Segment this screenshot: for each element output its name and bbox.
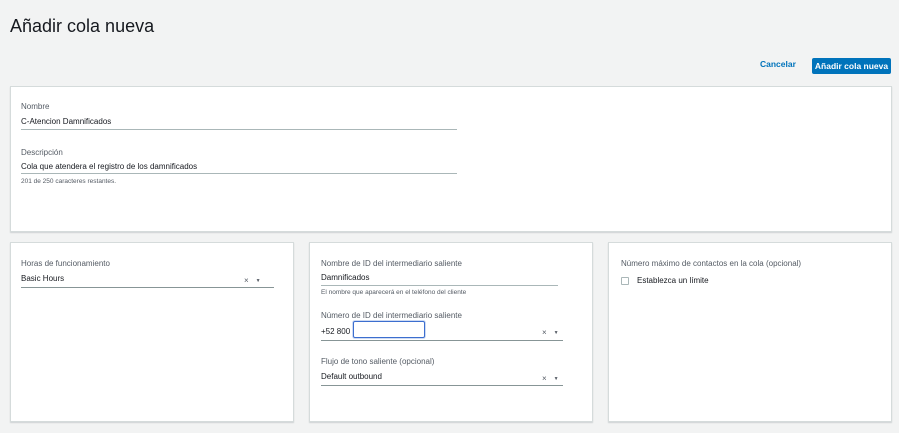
hours-select-controls: × ▼	[244, 276, 261, 285]
caret-down-icon[interactable]: ▼	[554, 330, 559, 336]
name-input-underline	[21, 129, 457, 130]
set-limit-checkbox[interactable]	[621, 277, 629, 285]
clear-x-icon[interactable]: ×	[244, 276, 249, 285]
caller-id-number-input[interactable]	[353, 321, 425, 338]
name-label: Nombre	[21, 102, 50, 111]
whisper-flow-label: Flujo de tono saliente (opcional)	[321, 357, 435, 366]
caller-id-number-underline	[321, 340, 563, 341]
whisper-flow-underline	[321, 385, 563, 386]
caller-id-number-prefix: +52 800	[321, 327, 351, 336]
max-contacts-label: Número máximo de contactos en la cola (o…	[621, 259, 802, 268]
whisper-flow-controls: × ▼	[542, 374, 559, 383]
description-char-count: 201 de 250 caracteres restantes.	[21, 178, 117, 185]
clear-x-icon[interactable]: ×	[542, 374, 547, 383]
hours-select[interactable]: Basic Hours	[21, 274, 64, 283]
caller-id-name-help: El nombre que aparecerá en el teléfono d…	[321, 289, 467, 296]
caller-id-number-label: Número de ID del intermediario saliente	[321, 311, 462, 320]
caller-id-name-underline	[321, 285, 558, 286]
caller-id-number-controls: × ▼	[542, 328, 559, 337]
caret-down-icon[interactable]: ▼	[554, 376, 559, 382]
whisper-flow-select[interactable]: Default outbound	[321, 372, 382, 381]
page-title: Añadir cola nueva	[10, 16, 155, 36]
description-label: Descripción	[21, 148, 63, 157]
caret-down-icon[interactable]: ▼	[256, 278, 261, 284]
max-contacts-panel: Número máximo de contactos en la cola (o…	[608, 242, 892, 422]
set-limit-label[interactable]: Establezca un límite	[637, 276, 709, 285]
name-input[interactable]: C-Atencion Damnificados	[21, 117, 111, 126]
caller-id-name-label: Nombre de ID del intermediario saliente	[321, 259, 462, 268]
hours-panel: Horas de funcionamiento Basic Hours × ▼	[10, 242, 294, 422]
caller-id-name-input[interactable]: Damnificados	[321, 273, 369, 282]
outbound-panel: Nombre de ID del intermediario saliente …	[309, 242, 593, 422]
hours-select-underline	[21, 287, 274, 288]
hours-label: Horas de funcionamiento	[21, 259, 110, 268]
description-input-underline	[21, 173, 457, 174]
description-input[interactable]: Cola que atendera el registro de los dam…	[21, 162, 197, 171]
clear-x-icon[interactable]: ×	[542, 328, 547, 337]
general-settings-panel: Nombre C-Atencion Damnificados Descripci…	[10, 86, 892, 232]
add-queue-button[interactable]: Añadir cola nueva	[812, 58, 891, 74]
cancel-button[interactable]: Cancelar	[760, 59, 796, 69]
